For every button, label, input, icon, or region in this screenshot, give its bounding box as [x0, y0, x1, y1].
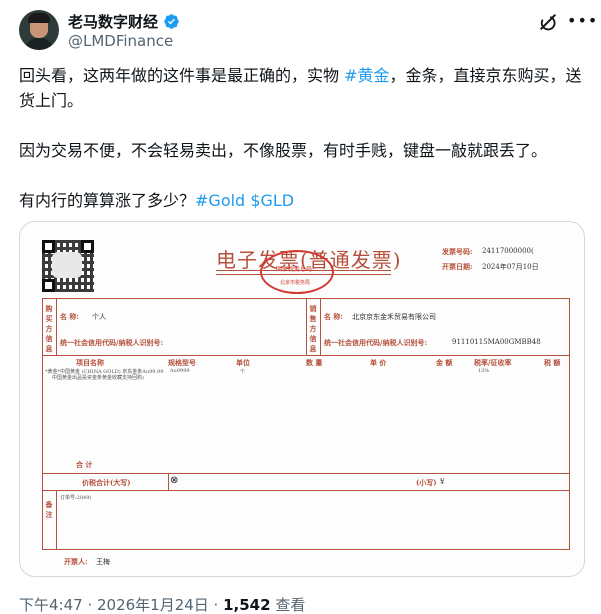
divider	[42, 490, 570, 491]
col-rate: 税率/征收率	[474, 358, 512, 367]
seller-tax-id: 91110115MA00GMBB48	[452, 338, 541, 346]
avatar[interactable]	[19, 10, 59, 50]
issuer-name: 王梅	[96, 558, 110, 566]
views-count: 1,542	[223, 596, 271, 614]
qr-redaction	[52, 252, 82, 278]
divider	[56, 298, 57, 355]
grand-total-small-label: (小写)	[416, 478, 437, 487]
buyer-name-label: 名 称:	[60, 312, 80, 321]
divider	[168, 473, 169, 490]
item-spec: Au9999	[170, 368, 190, 374]
col-tax: 税 额	[544, 358, 561, 367]
stamp-text: 北京市税务局	[280, 280, 311, 286]
remarks-text: 订单号:2849(	[60, 495, 92, 501]
hashtag-link[interactable]: #Gold	[195, 191, 245, 210]
grok-icon[interactable]	[537, 11, 559, 33]
invoice-no-label: 发票号码:	[442, 247, 473, 256]
col-item: 项目名称	[76, 358, 104, 367]
author-display-name[interactable]: 老马数字财经	[68, 11, 180, 32]
tweet-text-span: 有内行的算算涨了多少？	[19, 191, 196, 210]
qr-corner	[42, 240, 55, 253]
tweet-timestamp[interactable]: 下午4:47 · 2026年1月24日 ·	[19, 596, 223, 614]
col-amount: 金 额	[436, 358, 453, 367]
item-name-cont: 中国黄金出品投资金条黄金收藏支持回购)	[52, 375, 144, 381]
grand-total-label: 价税合计(大写)	[82, 478, 131, 487]
issuer-label: 开票人:	[64, 557, 88, 566]
col-qty: 数 量	[306, 358, 323, 367]
invoice-no: 24117000000(	[482, 247, 534, 255]
seller-name-label: 名 称:	[324, 312, 344, 321]
avatar-hair	[28, 13, 50, 23]
remarks-label: 备注	[45, 500, 53, 519]
tax-stamp: 国家税务总局 北京市税务局	[260, 250, 334, 294]
more-options-icon[interactable]: •••	[567, 12, 597, 34]
seller-name: 北京京东金禾贸易有限公司	[352, 313, 436, 321]
divider	[306, 298, 307, 355]
tweet-media-image[interactable]: 电子发票(普通发票) 国家税务总局 北京市税务局 发票号码: 241170000…	[19, 221, 585, 577]
avatar-body	[24, 38, 54, 50]
col-unit: 单位	[236, 358, 250, 367]
item-unit: 个	[240, 369, 246, 375]
verified-badge-icon	[164, 14, 179, 29]
tweet-paragraph-3: 有内行的算算涨了多少？#Gold $GLD	[19, 188, 584, 213]
invoice-date-label: 开票日期:	[442, 262, 473, 271]
item-rate: 13%	[478, 368, 490, 374]
total-label: 合 计	[76, 460, 93, 469]
tweet-paragraph-2: 因为交易不便，不会轻易卖出，不像股票，有时手贱，键盘一敲就跟丢了。	[19, 141, 548, 160]
col-spec: 规格型号	[168, 358, 196, 367]
tweet-text-span: 回头看，这两年做的这件事是最正确的，实物	[19, 66, 345, 85]
seller-tax-label: 统一社会信用代码/纳税人识别号:	[324, 338, 428, 347]
seller-side-label: 销售方信息	[309, 304, 317, 353]
invoice-date: 2024年07月10日	[482, 263, 539, 271]
buyer-side-label: 购买方信息	[45, 304, 53, 353]
divider	[42, 355, 570, 356]
hashtag-link[interactable]: #黄金	[344, 66, 389, 85]
stamp-text: 国家税务总局	[276, 266, 313, 273]
divider	[320, 298, 321, 355]
views-label: 查看	[270, 596, 306, 614]
buyer-tax-label: 统一社会信用代码/纳税人识别号:	[60, 338, 164, 347]
qr-corner	[42, 279, 55, 292]
circle-x-icon: ⊗	[170, 475, 179, 486]
divider	[42, 473, 570, 474]
col-price: 单 价	[370, 358, 387, 367]
buyer-name: 个人	[92, 313, 106, 321]
qr-corner	[81, 240, 94, 253]
tweet-text: 回头看，这两年做的这件事是最正确的，实物 #黄金，金条，直接京东购买，送货上门。…	[19, 63, 584, 213]
tweet-footer: 下午4:47 · 2026年1月24日 · 1,542 查看	[19, 594, 305, 614]
grand-total-small: ¥	[440, 478, 445, 486]
author-name-text[interactable]: 老马数字财经	[68, 11, 158, 32]
author-handle[interactable]: @LMDFinance	[68, 32, 173, 50]
cashtag-link[interactable]: $GLD	[250, 191, 294, 210]
divider	[56, 490, 57, 550]
tweet-paragraph-1: 回头看，这两年做的这件事是最正确的，实物 #黄金，金条，直接京东购买，送货上门。	[19, 63, 584, 113]
